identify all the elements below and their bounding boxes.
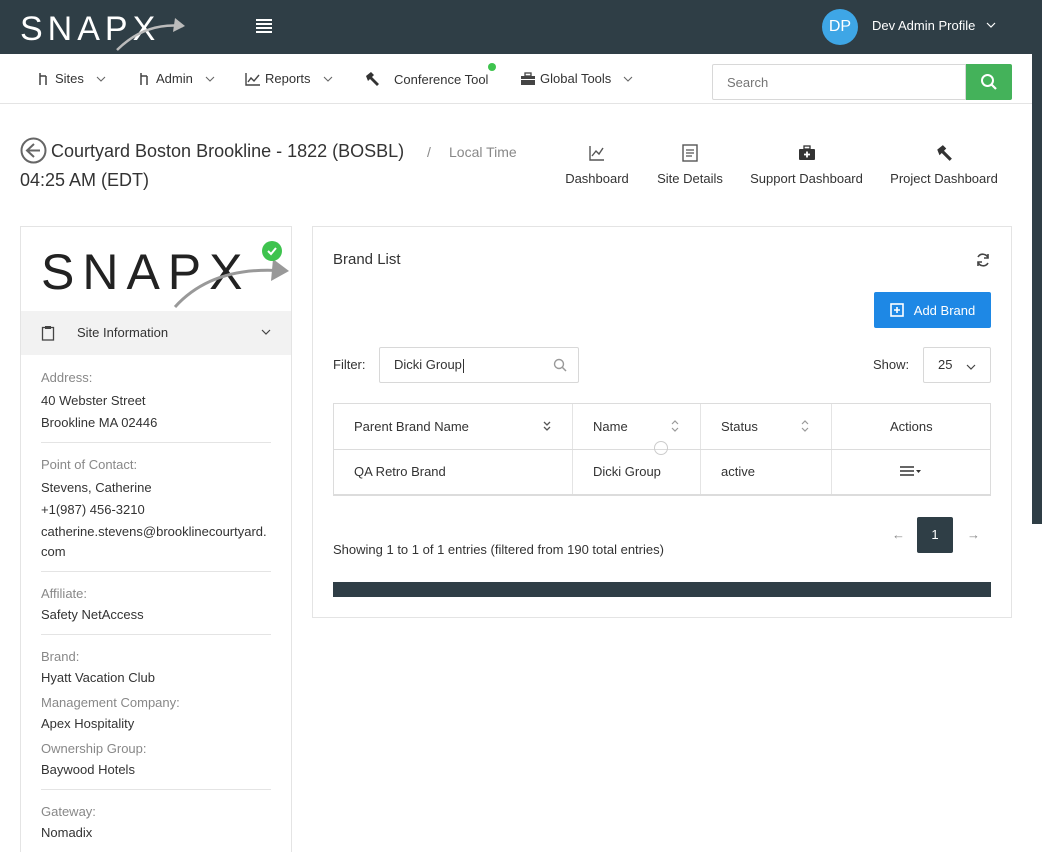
management-label: Management Company: [41, 695, 180, 710]
hammer-icon [937, 145, 952, 161]
divider [41, 634, 271, 635]
status-dot [488, 63, 496, 71]
snapx-logo[interactable]: SNAPX [20, 8, 190, 52]
management-value: Apex Hospitality [41, 716, 135, 731]
pagination-next[interactable]: → [967, 527, 980, 542]
brand-label: Brand: [41, 649, 80, 664]
search-button[interactable] [966, 64, 1012, 100]
nav-conference-tool[interactable]: Conference Tool [364, 71, 488, 87]
show-label: Show: [873, 357, 910, 372]
pagination-current-page[interactable]: 1 [917, 517, 953, 553]
quick-link-dashboard[interactable]: Dashboard [564, 143, 630, 186]
nav-global-tools[interactable]: Global Tools [520, 71, 633, 86]
ownership-label: Ownership Group: [41, 741, 147, 756]
divider [41, 442, 271, 443]
refresh-icon[interactable] [975, 252, 991, 268]
sort-icon[interactable] [800, 419, 810, 433]
medkit-icon [798, 145, 815, 160]
nav-admin[interactable]: Admin [138, 71, 215, 86]
local-time-label: Local Time [449, 144, 517, 160]
plus-square-icon [889, 303, 904, 317]
sort-desc-icon[interactable] [542, 419, 552, 433]
quick-link-site-details[interactable]: Site Details [655, 143, 725, 186]
affiliate-label: Affiliate: [41, 586, 88, 601]
search-input[interactable] [712, 64, 966, 100]
ownership-value: Baywood Hotels [41, 762, 135, 777]
search-icon [981, 74, 997, 90]
back-arrow-icon[interactable] [20, 137, 47, 164]
hamburger-menu-icon[interactable] [256, 19, 272, 35]
nav-sites[interactable]: Sites [37, 71, 106, 86]
address-line1: 40 Webster Street [41, 393, 146, 408]
chevron-down-icon [323, 76, 332, 82]
quick-link-support-dashboard[interactable]: Support Dashboard [749, 143, 864, 186]
showing-entries-text: Showing 1 to 1 of 1 entries (filtered fr… [333, 542, 664, 557]
verified-check-icon [262, 241, 282, 261]
gateway-value: Nomadix [41, 825, 93, 840]
brand-list-title: Brand List [333, 251, 401, 268]
contact-email-line2[interactable]: com [41, 541, 66, 563]
hammer-icon [366, 72, 379, 86]
chevron-down-icon [205, 76, 215, 82]
brand-value: Hyatt Vacation Club [41, 670, 155, 685]
page-size-select[interactable]: 25 [923, 347, 991, 383]
site-information-toggle[interactable]: Site Information [21, 311, 291, 355]
actions-menu-icon[interactable] [900, 465, 922, 477]
nav-reports[interactable]: Reports [245, 71, 333, 86]
logo-arrow-icon [116, 18, 185, 51]
quick-link-project-dashboard[interactable]: Project Dashboard [889, 143, 999, 186]
column-header-parent-brand[interactable]: Parent Brand Name [354, 419, 469, 434]
filter-label: Filter: [333, 357, 366, 372]
chevron-down-icon [261, 329, 271, 335]
title-separator: / [427, 144, 431, 160]
page-scrollbar[interactable] [1032, 54, 1042, 524]
filter-input[interactable]: Dicki Group [379, 347, 579, 383]
brand-list-card: Brand List Add Brand Filter: Dicki Group… [312, 226, 1012, 618]
affiliate-value: Safety NetAccess [41, 607, 144, 622]
local-time-value: 04:25 AM (EDT) [20, 170, 150, 190]
address-line2: Brookline MA 02446 [41, 415, 158, 430]
column-header-status[interactable]: Status [721, 419, 758, 434]
sites-icon [39, 72, 47, 85]
search-icon [553, 358, 567, 372]
chevron-down-icon [623, 76, 633, 82]
contact-phone: +1(987) 456-3210 [41, 502, 145, 517]
chevron-down-icon [966, 364, 976, 370]
document-icon [682, 144, 698, 162]
cell-name: Dicki Group [593, 464, 661, 479]
add-brand-button[interactable]: Add Brand [874, 292, 991, 328]
contact-label: Point of Contact: [41, 457, 138, 472]
divider [41, 571, 271, 572]
contact-email-line1[interactable]: catherine.stevens@brooklinecourtyard. [41, 521, 267, 543]
profile-name[interactable]: Dev Admin Profile [872, 18, 975, 33]
cell-parent-brand: QA Retro Brand [354, 464, 446, 479]
top-header: SNAPX DP Dev Admin Profile [0, 0, 1042, 54]
page-title: Courtyard Boston Brookline - 1822 (BOSBL… [51, 141, 405, 161]
avatar[interactable]: DP [822, 9, 858, 45]
reports-chart-icon [245, 72, 260, 86]
site-info-card: SNAPX Site Information Address: 40 Webst… [20, 226, 292, 852]
sort-icon[interactable] [670, 419, 680, 433]
admin-icon [140, 72, 148, 85]
chevron-down-icon[interactable] [986, 20, 996, 30]
contact-name: Stevens, Catherine [41, 480, 152, 495]
horizontal-scrollbar[interactable] [333, 582, 991, 597]
cell-status: active [721, 464, 755, 479]
column-header-actions: Actions [890, 419, 933, 434]
pagination-prev[interactable]: ← [892, 527, 905, 542]
column-header-name[interactable]: Name [593, 419, 628, 434]
gateway-label: Gateway: [41, 804, 96, 819]
divider [41, 789, 271, 790]
site-logo: SNAPX [41, 243, 289, 309]
chevron-down-icon [96, 76, 106, 82]
clipboard-icon [41, 326, 55, 341]
loading-spinner-icon [654, 441, 668, 455]
line-chart-icon [589, 146, 604, 161]
address-label: Address: [41, 370, 93, 385]
toolbox-icon [521, 71, 535, 85]
